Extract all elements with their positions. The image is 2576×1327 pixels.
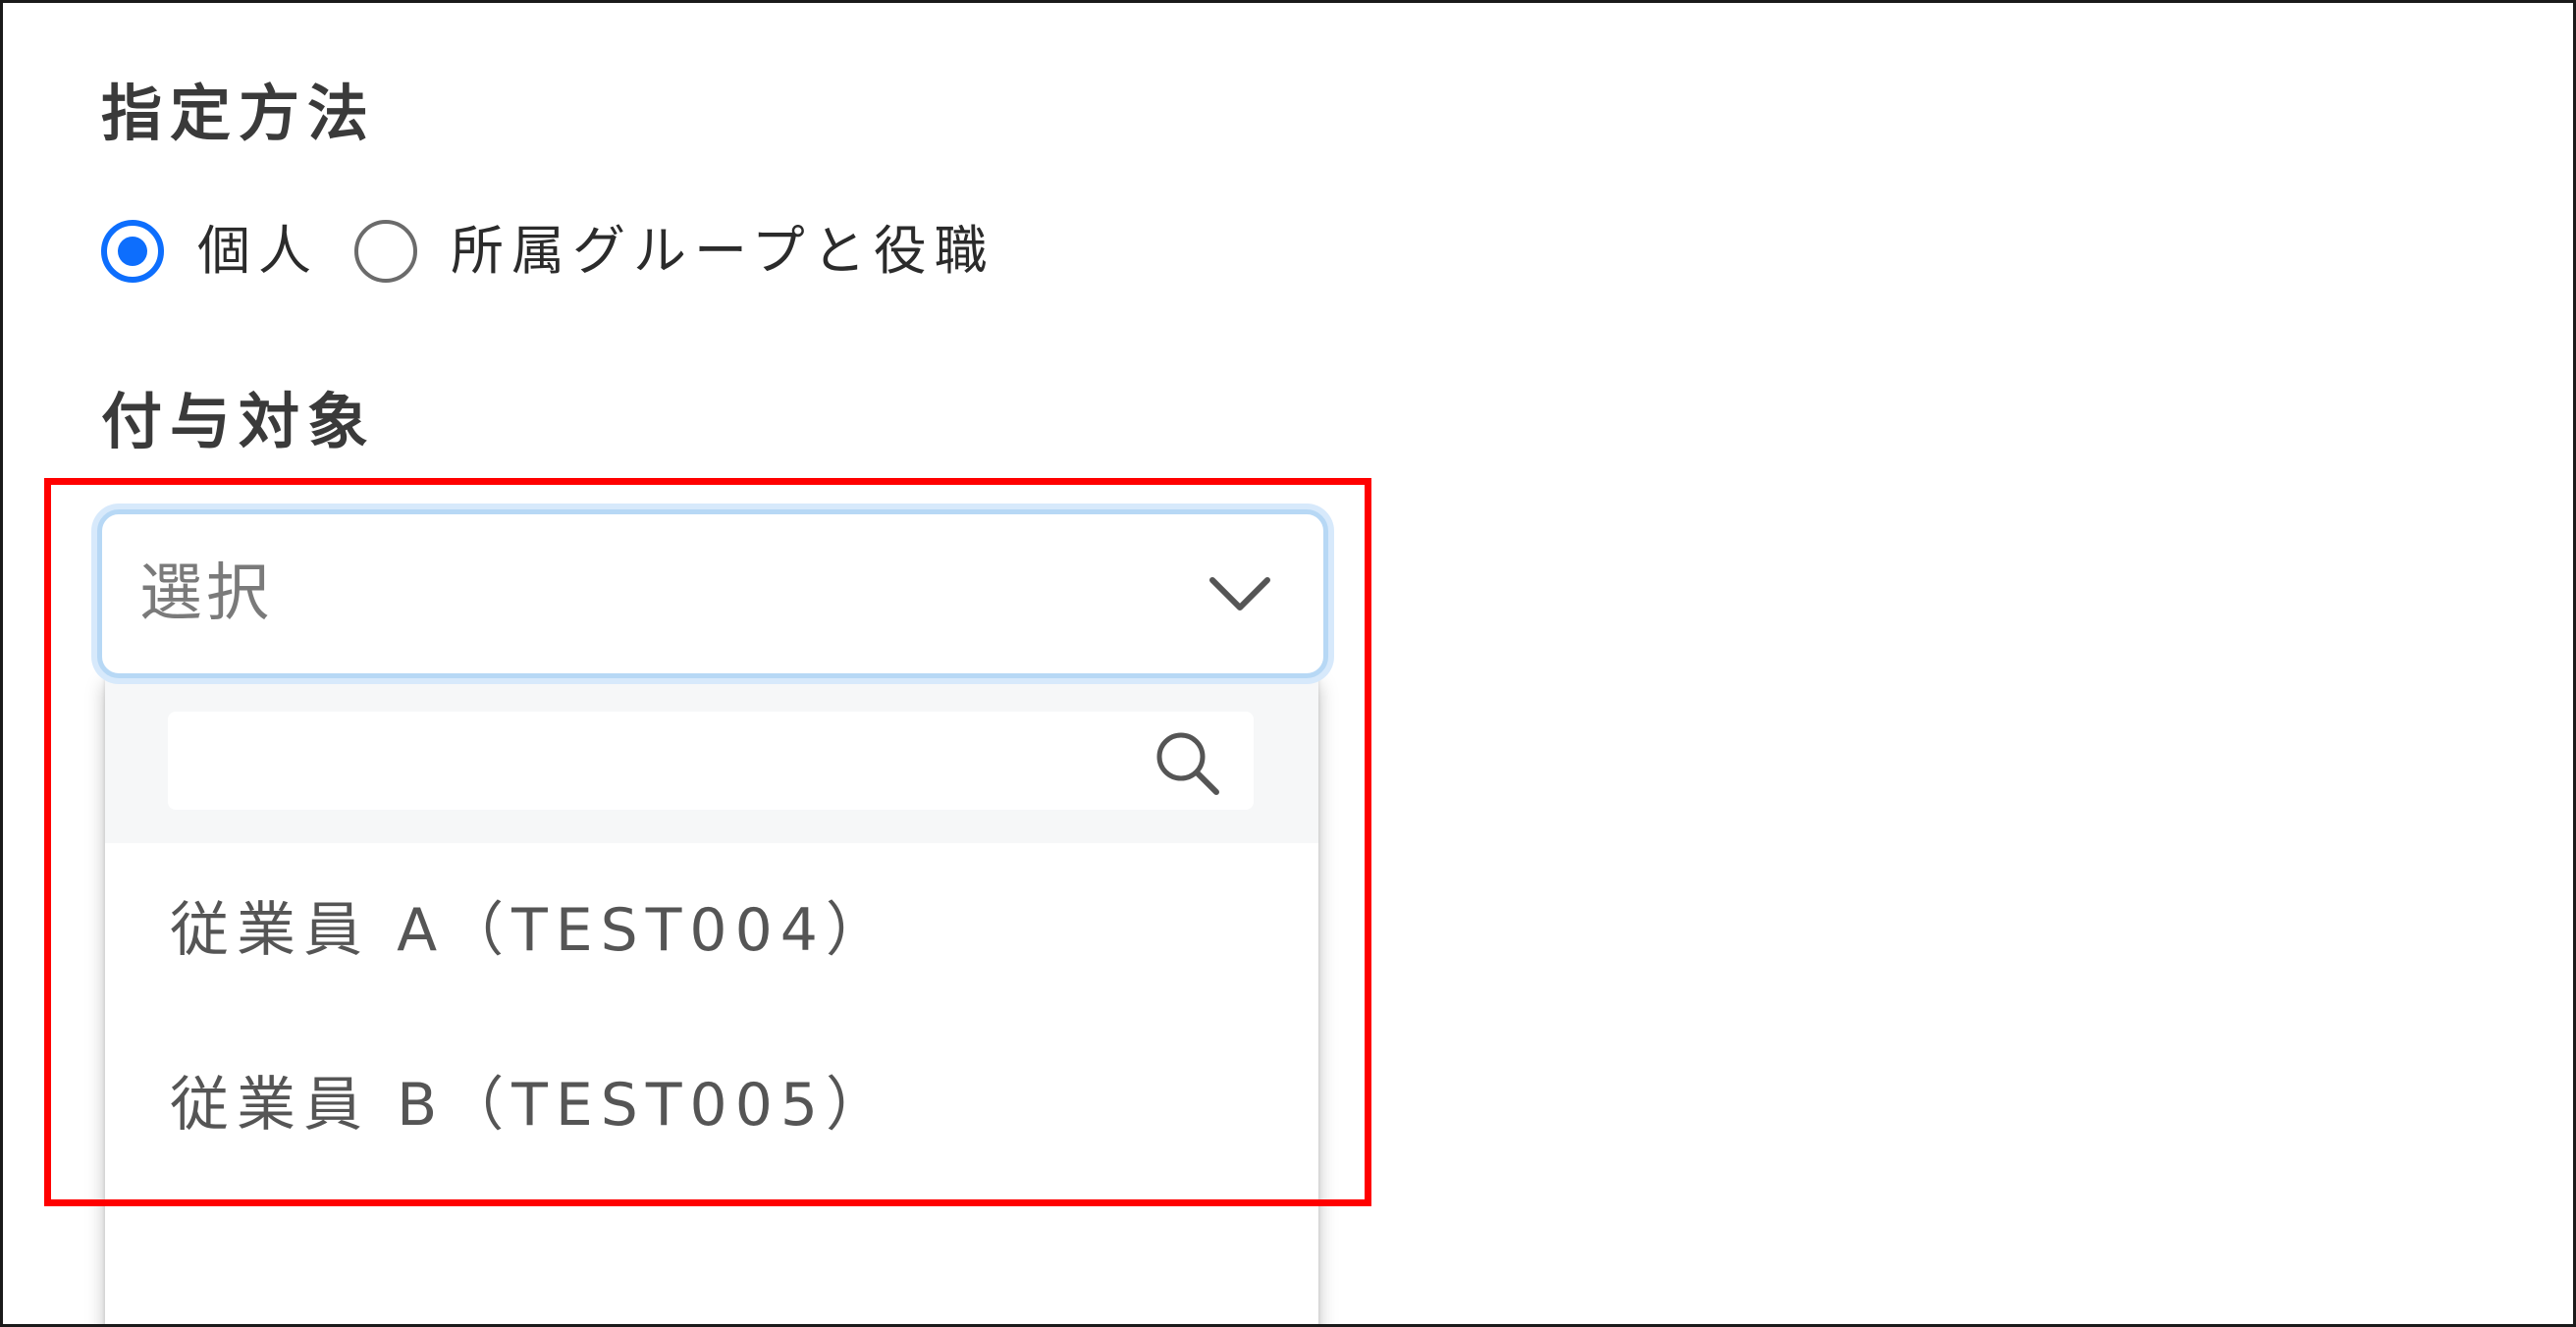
- dropdown-option-employee-a[interactable]: 従業員 A（TEST004）: [105, 843, 1318, 1018]
- radio-option-group-role[interactable]: 所属グループと役職: [354, 220, 995, 283]
- radio-group-role-label: 所属グループと役職: [451, 220, 995, 282]
- select-placeholder: 選択: [139, 557, 273, 630]
- radio-individual-label: 個人: [197, 220, 319, 282]
- method-radio-group: 個人 所属グループと役職: [101, 217, 995, 286]
- target-label: 付与対象: [101, 386, 377, 457]
- dropdown-search-area: [105, 678, 1318, 843]
- search-icon: [1156, 732, 1219, 795]
- method-label: 指定方法: [101, 78, 377, 149]
- radio-option-individual[interactable]: 個人: [101, 220, 354, 283]
- radio-group-role-unchecked[interactable]: [354, 220, 417, 283]
- chevron-down-icon: [1209, 577, 1270, 610]
- dropdown-search-input[interactable]: [168, 712, 1254, 810]
- dropdown-option-employee-b[interactable]: 従業員 B（TEST005）: [105, 1018, 1318, 1193]
- target-dropdown: 従業員 A（TEST004） 従業員 B（TEST005）: [105, 678, 1318, 1324]
- target-select[interactable]: 選択: [97, 509, 1328, 678]
- screenshot-frame: 指定方法 個人 所属グループと役職 付与対象 選択 従業員 A（TEST004）…: [0, 0, 2576, 1327]
- radio-individual-checked[interactable]: [101, 220, 164, 283]
